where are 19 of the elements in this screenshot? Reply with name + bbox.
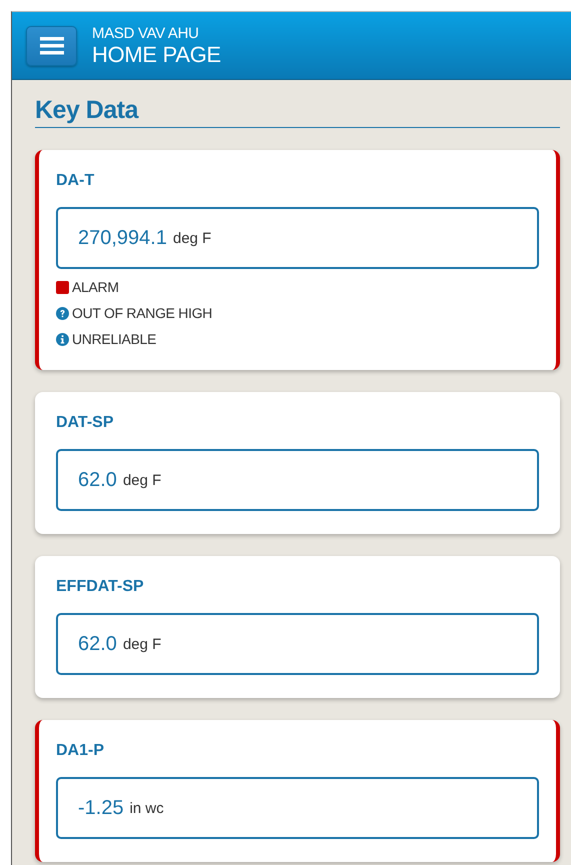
alarm-square-icon [56,280,69,294]
value-field[interactable]: 270,994.1 deg F [56,207,539,269]
value-field[interactable]: -1.25 in wc [56,777,539,839]
point-label: DA1-P [56,742,106,760]
point-label: DA-T [56,172,96,190]
value-field[interactable]: 62.0 deg F [56,613,539,675]
status-text: OUT OF RANGE HIGH [72,305,212,321]
menu-icon [40,36,64,54]
app-subtitle: MASD VAV AHU [92,24,200,42]
point-label: DAT-SP [56,414,114,432]
status-text: UNRELIABLE [72,331,156,347]
question-icon [56,306,69,320]
point-label: EFFDAT-SP [56,578,145,596]
page-title: HOME PAGE [92,42,221,66]
menu-button[interactable] [26,26,77,66]
info-icon [56,332,69,346]
section-heading: Key Data [35,95,560,128]
status-text: ALARM [72,279,119,295]
value-field[interactable]: 62.0 deg F [56,449,539,511]
